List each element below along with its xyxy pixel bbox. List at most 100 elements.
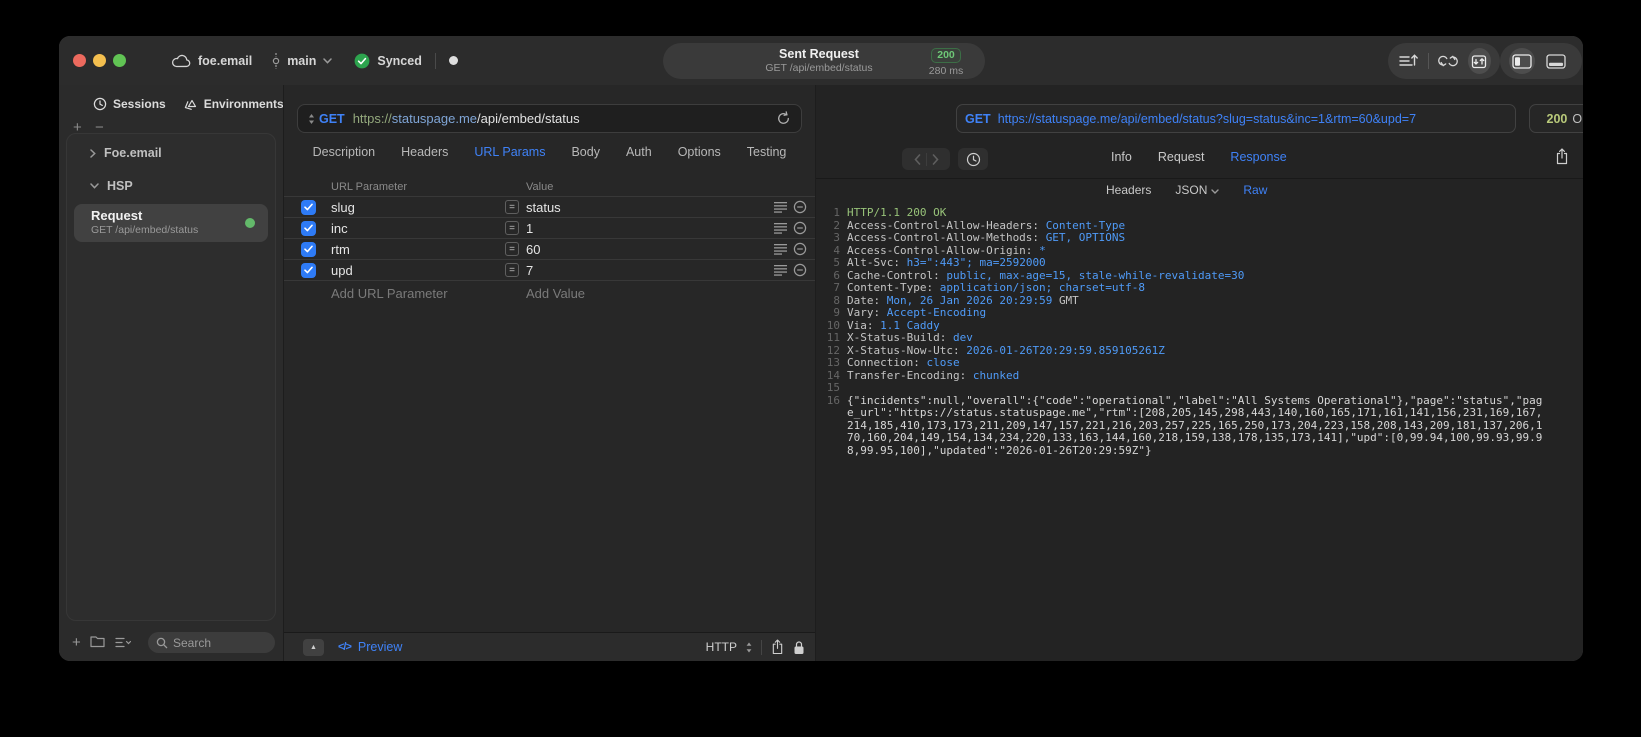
- param-row-inc[interactable]: inc = 1: [284, 217, 815, 238]
- environments-icon: [183, 97, 198, 111]
- response-subtab-raw[interactable]: Raw: [1243, 183, 1267, 197]
- request-tab-options[interactable]: Options: [678, 145, 721, 159]
- toggle-sidebar-icon[interactable]: [1509, 48, 1535, 74]
- method-stepper-icon[interactable]: [308, 113, 315, 125]
- param-checkbox[interactable]: [301, 220, 316, 236]
- request-tab-url-params[interactable]: URL Params: [474, 145, 545, 159]
- import-export-icon[interactable]: [1467, 48, 1491, 74]
- add-value-placeholder[interactable]: Add Value: [526, 286, 760, 301]
- request-item-subtitle: GET /api/embed/status: [91, 224, 199, 236]
- branch-name[interactable]: main: [287, 54, 316, 68]
- history-clock-button[interactable]: [958, 148, 988, 170]
- request-item-title: Request: [91, 208, 143, 223]
- remove-row-icon[interactable]: [793, 200, 807, 214]
- request-tab-auth[interactable]: Auth: [626, 145, 652, 159]
- remove-row-icon[interactable]: [793, 221, 807, 235]
- forward-icon[interactable]: [932, 153, 939, 165]
- remove-row-icon[interactable]: [793, 242, 807, 256]
- tree-group-hsp[interactable]: HSP: [67, 179, 275, 193]
- param-row-rtm[interactable]: rtm = 60: [284, 238, 815, 259]
- protocol-stepper-icon[interactable]: [746, 642, 752, 653]
- zoom-button[interactable]: [113, 54, 126, 67]
- param-name-input[interactable]: slug: [322, 200, 500, 215]
- param-checkbox[interactable]: [301, 241, 316, 257]
- export-share-icon[interactable]: [1555, 148, 1569, 165]
- line-number: 7: [833, 281, 840, 294]
- remove-row-icon[interactable]: [793, 263, 807, 277]
- param-row-icons: [765, 221, 807, 235]
- share-icon[interactable]: [771, 639, 784, 655]
- refresh-icon[interactable]: [776, 111, 791, 126]
- params-rows: slug = status inc = 1 rtm = 60 upd = 7: [284, 196, 815, 281]
- request-tab-description[interactable]: Description: [313, 145, 376, 159]
- row-options-icon[interactable]: [774, 222, 787, 234]
- line-number: 5: [833, 256, 840, 269]
- sent-request-text: Sent Request GET /api/embed/status: [663, 47, 917, 76]
- search-placeholder: Search: [173, 635, 212, 650]
- param-name-input[interactable]: inc: [322, 221, 500, 236]
- method-label[interactable]: GET: [319, 112, 345, 126]
- request-tab-body[interactable]: Body: [571, 145, 600, 159]
- sent-request-pill[interactable]: Sent Request GET /api/embed/status 200 2…: [663, 43, 985, 79]
- response-method-label: GET: [965, 111, 991, 126]
- param-value-input[interactable]: 1: [526, 221, 760, 236]
- param-value-input[interactable]: status: [526, 200, 760, 215]
- close-button[interactable]: [73, 54, 86, 67]
- response-url-box[interactable]: GET https://statuspage.me/api/embed/stat…: [956, 104, 1516, 133]
- json-chevron-down-icon[interactable]: [1211, 189, 1220, 194]
- sidebar: Sessions Environments + − Foe.email HSP …: [59, 85, 284, 661]
- search-input[interactable]: Search: [148, 632, 275, 653]
- param-name-input[interactable]: upd: [322, 263, 500, 278]
- response-tab-response[interactable]: Response: [1230, 150, 1286, 164]
- row-options-icon[interactable]: [774, 243, 787, 255]
- request-list-item-selected[interactable]: Request GET /api/embed/status: [74, 204, 268, 242]
- lock-icon[interactable]: [793, 640, 805, 655]
- raw-response-view[interactable]: 1 HTTP/1.1 200 OK 2 Access-Control-Allow-He…: [816, 205, 1583, 661]
- response-tab-info[interactable]: Info: [1111, 150, 1132, 164]
- response-line: 14 Transfer-Encoding: chunked: [820, 369, 1583, 383]
- add-param-row[interactable]: Add URL Parameter Add Value: [284, 281, 815, 303]
- line-number: 13: [826, 356, 840, 369]
- toggle-bottom-panel-icon[interactable]: [1543, 48, 1569, 74]
- param-value-input[interactable]: 7: [526, 263, 760, 278]
- sidebar-list-panel: Foe.email HSP Request GET /api/embed/sta…: [66, 133, 276, 621]
- response-subtab-row: Headers JSON Raw: [816, 181, 1583, 203]
- back-icon[interactable]: [913, 153, 921, 165]
- line-number: 3: [833, 231, 840, 244]
- tab-environments[interactable]: Environments: [183, 97, 284, 111]
- tree-group-foe-email[interactable]: Foe.email: [67, 146, 275, 160]
- response-subtab-json[interactable]: JSON: [1175, 183, 1220, 197]
- request-url-bar[interactable]: GET https://statuspage.me/api/embed/stat…: [297, 104, 802, 133]
- tab-sessions[interactable]: Sessions: [93, 97, 166, 111]
- session-dot-icon[interactable]: [448, 56, 458, 65]
- param-name-input[interactable]: rtm: [322, 242, 500, 257]
- row-options-icon[interactable]: [774, 201, 787, 213]
- param-value-input[interactable]: 60: [526, 242, 760, 257]
- collapse-panel-button[interactable]: ▲: [303, 638, 324, 656]
- chevron-right-icon: [90, 148, 96, 158]
- preview-button[interactable]: </> Preview: [338, 640, 402, 654]
- sidebar-footer: + Search: [59, 631, 283, 653]
- response-subtab-headers[interactable]: Headers: [1106, 183, 1151, 197]
- sort-filter-icon[interactable]: [115, 637, 131, 648]
- minimize-button[interactable]: [93, 54, 106, 67]
- param-checkbox[interactable]: [301, 262, 316, 278]
- row-options-icon[interactable]: [774, 264, 787, 276]
- response-tab-request[interactable]: Request: [1158, 150, 1205, 164]
- param-checkbox[interactable]: [301, 199, 316, 215]
- branch-chevron-down-icon[interactable]: [323, 57, 333, 64]
- new-group-icon[interactable]: [90, 636, 105, 648]
- response-url: https://statuspage.me/api/embed/status?s…: [997, 111, 1417, 126]
- request-tab-headers[interactable]: Headers: [401, 145, 448, 159]
- add-url-parameter-placeholder[interactable]: Add URL Parameter: [322, 286, 500, 301]
- sync-loop-icon[interactable]: [1437, 48, 1460, 74]
- project-name[interactable]: foe.email: [198, 54, 252, 68]
- param-row-upd[interactable]: upd = 7: [284, 259, 815, 281]
- protocol-selector[interactable]: HTTP: [706, 640, 737, 654]
- param-row-slug[interactable]: slug = status: [284, 196, 815, 217]
- clock-icon: [966, 152, 981, 167]
- request-tab-testing[interactable]: Testing: [747, 145, 787, 159]
- add-request-button[interactable]: +: [72, 634, 81, 651]
- request-log-icon[interactable]: [1397, 48, 1420, 74]
- sync-status-label[interactable]: Synced: [377, 54, 421, 68]
